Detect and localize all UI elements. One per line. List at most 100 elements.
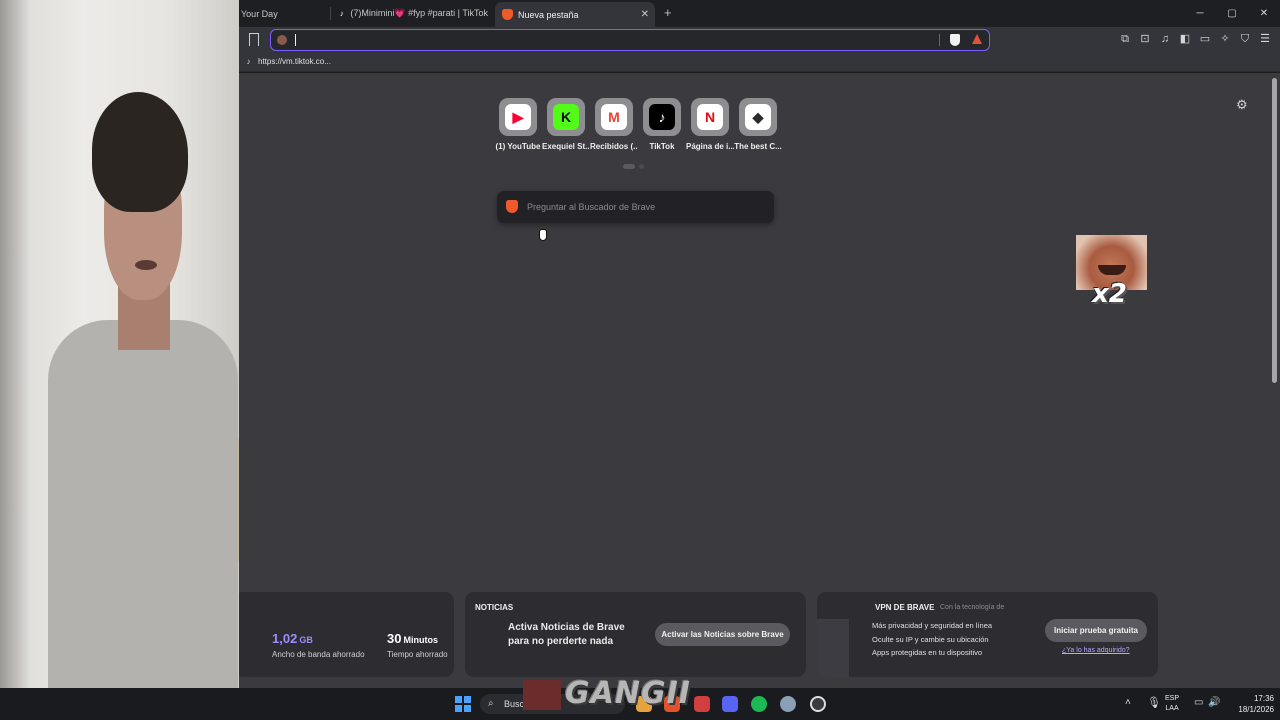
top-site-frame: ▶ (499, 98, 537, 136)
site-info-icon[interactable] (277, 35, 287, 45)
search-placeholder: Preguntar al Buscador de Brave (527, 202, 656, 212)
text-caret (295, 34, 296, 46)
stat-desc: Tiempo ahorrado (387, 650, 448, 659)
top-site-tile[interactable]: K Exequiel St... (542, 98, 590, 151)
bandwidth-stat: 1,02 GB Ancho de banda ahorrado (272, 630, 365, 659)
tab-separator (330, 7, 331, 20)
tab-new-tab-active[interactable]: Nueva pestaña ✕ (495, 2, 655, 27)
stat-unit: GB (299, 635, 313, 645)
tab-strip: Your Day ♪ (7)Minimini💗 #fyp #parati | T… (239, 0, 1280, 27)
obs-icon[interactable] (810, 696, 826, 712)
already-purchased-link[interactable]: ¿Ya lo has adquirido? (1062, 647, 1130, 654)
new-tab-button[interactable]: + (664, 5, 672, 20)
pager-dot[interactable] (639, 164, 644, 169)
vpn-feature: Más privacidad y seguridad en línea (872, 621, 993, 630)
maximize-button[interactable]: ▢ (1216, 0, 1248, 27)
brave-search-box[interactable]: Preguntar al Buscador de Brave (497, 191, 774, 223)
microphone-icon[interactable]: 🎙 (1147, 696, 1161, 709)
bookmark-label: https://vm.tiktok.co... (258, 57, 331, 66)
stat-desc: Ancho de banda ahorrado (272, 650, 365, 659)
brave-search-icon (506, 200, 518, 213)
top-site-icon: ♪ (649, 104, 675, 130)
tiktok-icon: ♪ (339, 9, 344, 18)
vpn-features: Más privacidad y seguridad en línea Ocul… (872, 619, 992, 660)
vpn-title: VPN DE BRAVE (875, 603, 935, 612)
vpn-card: VPN DE BRAVE Con la tecnología de Más pr… (817, 592, 1158, 677)
top-site-frame: ◆ (739, 98, 777, 136)
scrollbar[interactable] (1270, 73, 1280, 688)
top-site-icon: N (697, 104, 723, 130)
brave-icon (502, 9, 513, 20)
top-site-label: (1) YouTube (495, 142, 541, 151)
wallet-icon[interactable]: ▭ (1198, 32, 1212, 46)
bookmark-icon[interactable] (249, 33, 259, 46)
chevron-up-icon[interactable]: ˄ (1125, 697, 1131, 708)
menu-icon[interactable]: ☰ (1258, 32, 1272, 46)
stat-value: 30 (387, 631, 402, 646)
stats-card: 1,02 GB Ancho de banda ahorrado 30 Minutos… (234, 592, 454, 677)
bookmarks-bar: ♪ https://vm.tiktok.co... (239, 54, 1280, 72)
top-site-icon: ◆ (745, 104, 771, 130)
mouse-cursor (539, 229, 549, 243)
vpn-icon[interactable]: ⛉ (1238, 32, 1252, 46)
spotify-icon[interactable] (751, 696, 767, 712)
clock[interactable]: 17:36 18/1/2026 (1228, 693, 1274, 715)
tab-your-day[interactable]: Your Day (241, 2, 329, 25)
brave-rewards-icon[interactable] (972, 34, 982, 44)
top-site-frame: K (547, 98, 585, 136)
top-site-icon: M (601, 104, 627, 130)
brave-shields-icon[interactable] (950, 34, 960, 46)
top-site-tile[interactable]: ◆ The best C... (734, 98, 782, 151)
address-bar[interactable] (270, 29, 990, 51)
top-site-tile[interactable]: N Página de i... (686, 98, 734, 151)
activate-news-button[interactable]: Activar las Noticias sobre Brave (655, 623, 790, 646)
divider (939, 34, 940, 46)
settings-icon[interactable] (780, 696, 796, 712)
tab-label: Nueva pestaña (518, 9, 579, 20)
news-title: NOTICIAS (475, 603, 514, 612)
search-icon: ⌕ (488, 698, 494, 709)
close-window-button[interactable]: ✕ (1248, 0, 1280, 27)
minimize-button[interactable]: ─ (1184, 0, 1216, 27)
close-tab-icon[interactable]: ✕ (641, 9, 649, 20)
tab-tiktok[interactable]: ♪ (7)Minimini💗 #fyp #parati | TikTok (338, 2, 488, 25)
sidebar-icon[interactable]: ◧ (1178, 32, 1192, 46)
network-icon[interactable]: ▭ (1194, 697, 1203, 708)
window-controls: ─ ▢ ✕ (1184, 0, 1280, 27)
top-sites: ▶ (1) YouTube K Exequiel St... M Recibidos (.… (494, 98, 782, 151)
tab-label: (7)Minimini💗 #fyp #parati | TikTok (350, 8, 488, 18)
tiktok-icon: ♪ (246, 57, 251, 66)
top-site-tile[interactable]: ▶ (1) YouTube (494, 98, 542, 151)
screenshot-icon[interactable]: ⊡ (1138, 32, 1152, 46)
overlay-logo-icon (523, 679, 561, 710)
time: 17:36 (1253, 694, 1274, 703)
windows-start-icon[interactable] (455, 696, 471, 712)
scrollbar-thumb[interactable] (1272, 78, 1277, 383)
new-tab-page: ⚙ ▶ (1) YouTube K Exequiel St... M Recibidos … (234, 73, 1270, 688)
media-icon[interactable]: ♫ (1158, 32, 1172, 46)
vpn-subtitle: Con la tecnología de (940, 604, 1005, 611)
meme-label: x2 (1092, 279, 1127, 309)
top-site-tile[interactable]: ♪ TikTok (638, 98, 686, 151)
gear-icon[interactable]: ⚙ (1236, 97, 1248, 113)
stat-unit: Minutos (403, 635, 438, 645)
top-site-label: Página de i... (686, 142, 734, 151)
top-site-icon: ▶ (505, 104, 531, 130)
bookmark-item[interactable]: ♪ https://vm.tiktok.co... (244, 57, 331, 66)
app-icon[interactable] (694, 696, 710, 712)
news-card: NOTICIAS Activa Noticias de Brave para n… (465, 592, 806, 677)
pager-dot-active[interactable] (623, 164, 635, 169)
top-site-icon: K (553, 104, 579, 130)
top-site-tile[interactable]: M Recibidos (... (590, 98, 638, 151)
volume-icon[interactable]: 🔊 (1208, 697, 1220, 708)
leo-icon[interactable]: ✧ (1218, 32, 1232, 46)
vpn-image (817, 619, 849, 677)
language-indicator[interactable]: ESP LAA (1165, 694, 1179, 714)
extensions-icon[interactable]: ⧉ (1118, 32, 1132, 46)
start-trial-button[interactable]: Iniciar prueba gratuita (1045, 619, 1147, 642)
lang-line1: ESP (1165, 695, 1180, 702)
stat-value: 1,02 (272, 631, 298, 646)
url-input[interactable] (293, 32, 913, 48)
discord-icon[interactable] (722, 696, 738, 712)
date: 18/1/2026 (1238, 705, 1274, 714)
